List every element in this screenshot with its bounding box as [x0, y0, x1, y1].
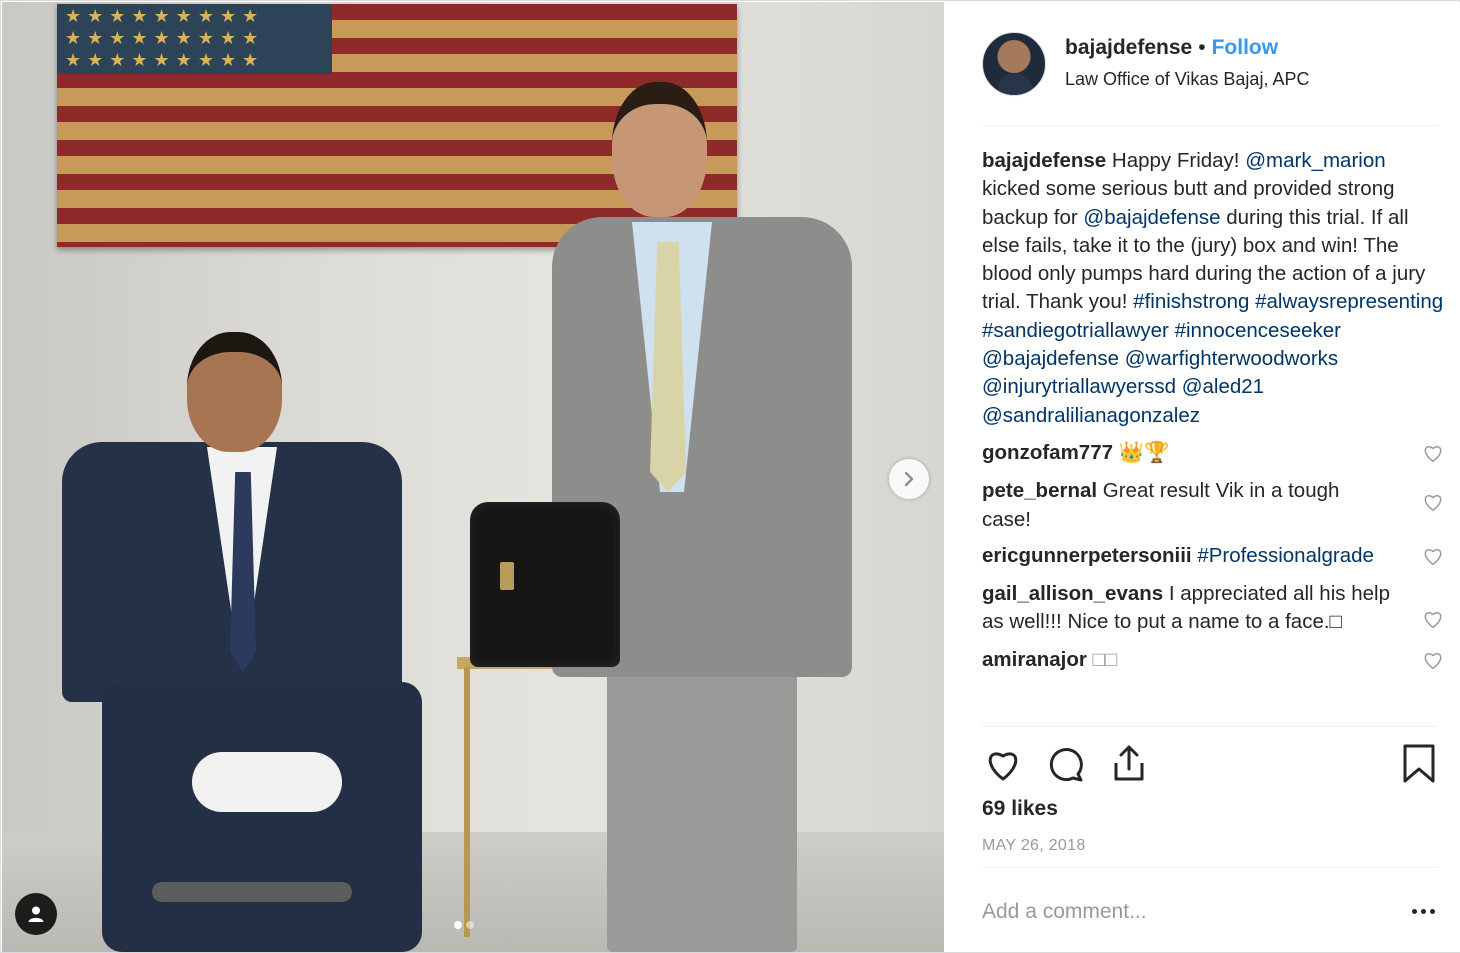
office-chair-seat — [192, 752, 342, 812]
comment-like-heart-icon[interactable] — [1422, 608, 1444, 630]
comment-like-heart-icon[interactable] — [1422, 491, 1444, 513]
post-date[interactable]: MAY 26, 2018 — [982, 837, 1086, 855]
post-photo[interactable]: ★★★★★★★★★ ★★★★★★★★★ ★★★★★★★★★ — [2, 2, 944, 952]
briefcase — [470, 502, 620, 667]
carousel-next-button[interactable] — [889, 459, 929, 499]
likes-count[interactable]: 69 likes — [982, 797, 1058, 821]
comment-username[interactable]: amiranajor — [982, 648, 1087, 671]
post-caption: bajajdefense Happy Friday! @mark_marion … — [982, 149, 1444, 427]
comment-item: ericgunnerpetersoniii #Professionalgrade — [982, 542, 1444, 570]
comment-item: gonzofam777 👑🏆 — [982, 439, 1444, 467]
mention-link[interactable]: @bajajdefense — [982, 347, 1119, 370]
follow-button[interactable]: Follow — [1212, 36, 1279, 59]
hashtag-link[interactable]: #sandiegotriallawyer — [982, 319, 1169, 342]
flag-stars: ★★★★★★★★★ ★★★★★★★★★ ★★★★★★★★★ — [57, 4, 332, 74]
bookmark-icon[interactable] — [1398, 743, 1440, 785]
avatar[interactable] — [982, 32, 1046, 96]
comment-text: □□ — [1086, 647, 1118, 671]
post-dialog: ★★★★★★★★★ ★★★★★★★★★ ★★★★★★★★★ bajajdefen… — [0, 0, 1460, 953]
carousel-dot-active — [454, 921, 462, 929]
hashtag-link[interactable]: #innocenceseeker — [1175, 319, 1341, 342]
comment-username[interactable]: gail_allison_evans — [982, 582, 1163, 605]
author-username[interactable]: bajajdefense — [1065, 36, 1192, 59]
comment-item: gail_allison_evans I appreciated all his… — [982, 580, 1444, 637]
comment-text: 👑🏆 — [1113, 440, 1170, 464]
comment-username[interactable]: gonzofam777 — [982, 441, 1113, 464]
post-header: bajajdefense • Follow Law Office of Vikas … — [982, 30, 1438, 126]
comment-username[interactable]: ericgunnerpetersoniii — [982, 544, 1192, 567]
hashtag-link[interactable]: #finishstrong — [1133, 290, 1249, 313]
comments-list: bajajdefense Happy Friday! @mark_marion … — [982, 147, 1444, 674]
carousel-dot — [466, 921, 474, 929]
hashtag-link[interactable]: #alwaysrepresenting — [1255, 290, 1443, 313]
mention-link[interactable]: @injurytriallawyerssd — [982, 375, 1176, 398]
user-tags-button[interactable] — [15, 893, 57, 935]
mention-link[interactable]: @mark_marion — [1245, 149, 1385, 172]
mention-link[interactable]: @aled21 — [1182, 375, 1264, 398]
office-chair-base — [152, 882, 352, 902]
comment-bubble-icon[interactable] — [1044, 743, 1086, 785]
comment-like-heart-icon[interactable] — [1422, 545, 1444, 567]
heart-icon[interactable] — [982, 743, 1024, 785]
post-sidebar: bajajdefense • Follow Law Office of Vikas … — [945, 2, 1460, 952]
location-link[interactable]: Law Office of Vikas Bajaj, APC — [1065, 69, 1309, 90]
hashtag-link[interactable]: #Professionalgrade — [1197, 544, 1374, 567]
comment-like-heart-icon[interactable] — [1422, 442, 1444, 464]
add-comment-input[interactable] — [982, 892, 1382, 932]
comment-username[interactable]: pete_bernal — [982, 479, 1097, 502]
seated-man — [42, 332, 422, 952]
mention-link[interactable]: @bajajdefense — [1083, 206, 1220, 229]
add-comment-row — [982, 867, 1438, 942]
mention-link[interactable]: @warfighterwoodworks — [1125, 347, 1338, 370]
post-actions: 69 likes MAY 26, 2018 — [982, 726, 1438, 941]
comment-item: pete_bernal Great result Vik in a tough … — [982, 477, 1444, 534]
share-icon[interactable] — [1108, 743, 1150, 785]
comment-item: amiranajor □□ — [982, 646, 1444, 674]
separator-dot: • — [1198, 36, 1206, 59]
caption-username[interactable]: bajajdefense — [982, 149, 1106, 172]
mention-link[interactable]: @sandralilianagonzalez — [982, 404, 1200, 427]
more-dots-icon[interactable] — [1412, 906, 1438, 916]
carousel-indicator — [454, 921, 474, 929]
chevron-right-icon — [904, 471, 914, 487]
comment-like-heart-icon[interactable] — [1422, 649, 1444, 671]
user-tag-icon — [28, 906, 44, 922]
